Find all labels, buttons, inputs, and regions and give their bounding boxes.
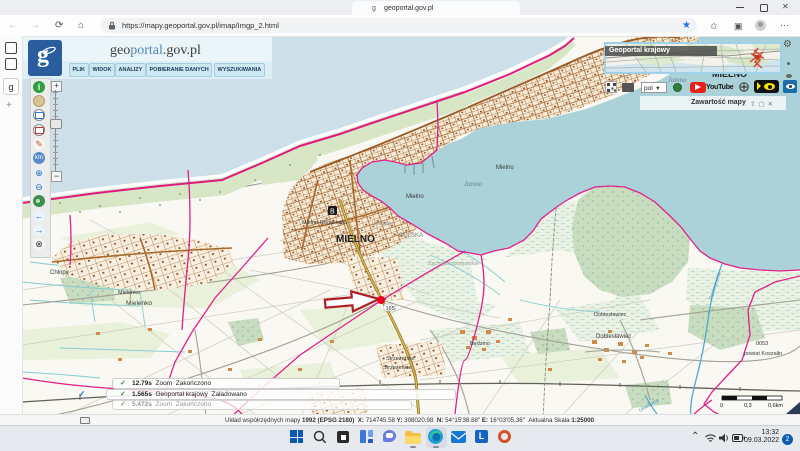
svg-text:MIELNO: MIELNO <box>336 234 375 245</box>
svg-text:Mielenko: Mielenko <box>126 300 152 307</box>
svg-text:0053: 0053 <box>756 341 768 347</box>
svg-text:165: 165 <box>386 306 395 312</box>
svg-text:Dobiesławiec: Dobiesławiec <box>596 334 631 340</box>
svg-text:Mielno: Mielno <box>496 165 514 171</box>
svg-text:B: B <box>330 209 335 216</box>
svg-text:0,6km: 0,6km <box>768 403 783 409</box>
svg-text:Mielno-Rogalinsko: Mielno-Rogalinsko <box>302 220 347 226</box>
svg-text:0: 0 <box>720 403 723 409</box>
svg-text:Zachodniopomorskie: Zachodniopomorskie <box>428 261 479 267</box>
svg-text:0,3: 0,3 <box>744 403 752 409</box>
svg-text:Mielenko: Mielenko <box>118 290 140 296</box>
svg-text:Jamno: Jamno <box>464 180 483 188</box>
svg-text:Strzeżenice: Strzeżenice <box>386 356 415 362</box>
svg-text:Unieszno: Unieszno <box>372 221 393 227</box>
svg-text:Będzino: Będzino <box>470 341 490 347</box>
svg-text:Mielno: Mielno <box>406 194 424 200</box>
svg-text:Chłopy: Chłopy <box>50 270 69 276</box>
svg-text:powiat Koszalin: powiat Koszalin <box>744 351 782 357</box>
svg-text:Strzeżenice: Strzeżenice <box>383 365 412 371</box>
svg-text:Dobiesławiec: Dobiesławiec <box>594 312 627 318</box>
svg-text:POLSKA: POLSKA <box>399 233 423 239</box>
